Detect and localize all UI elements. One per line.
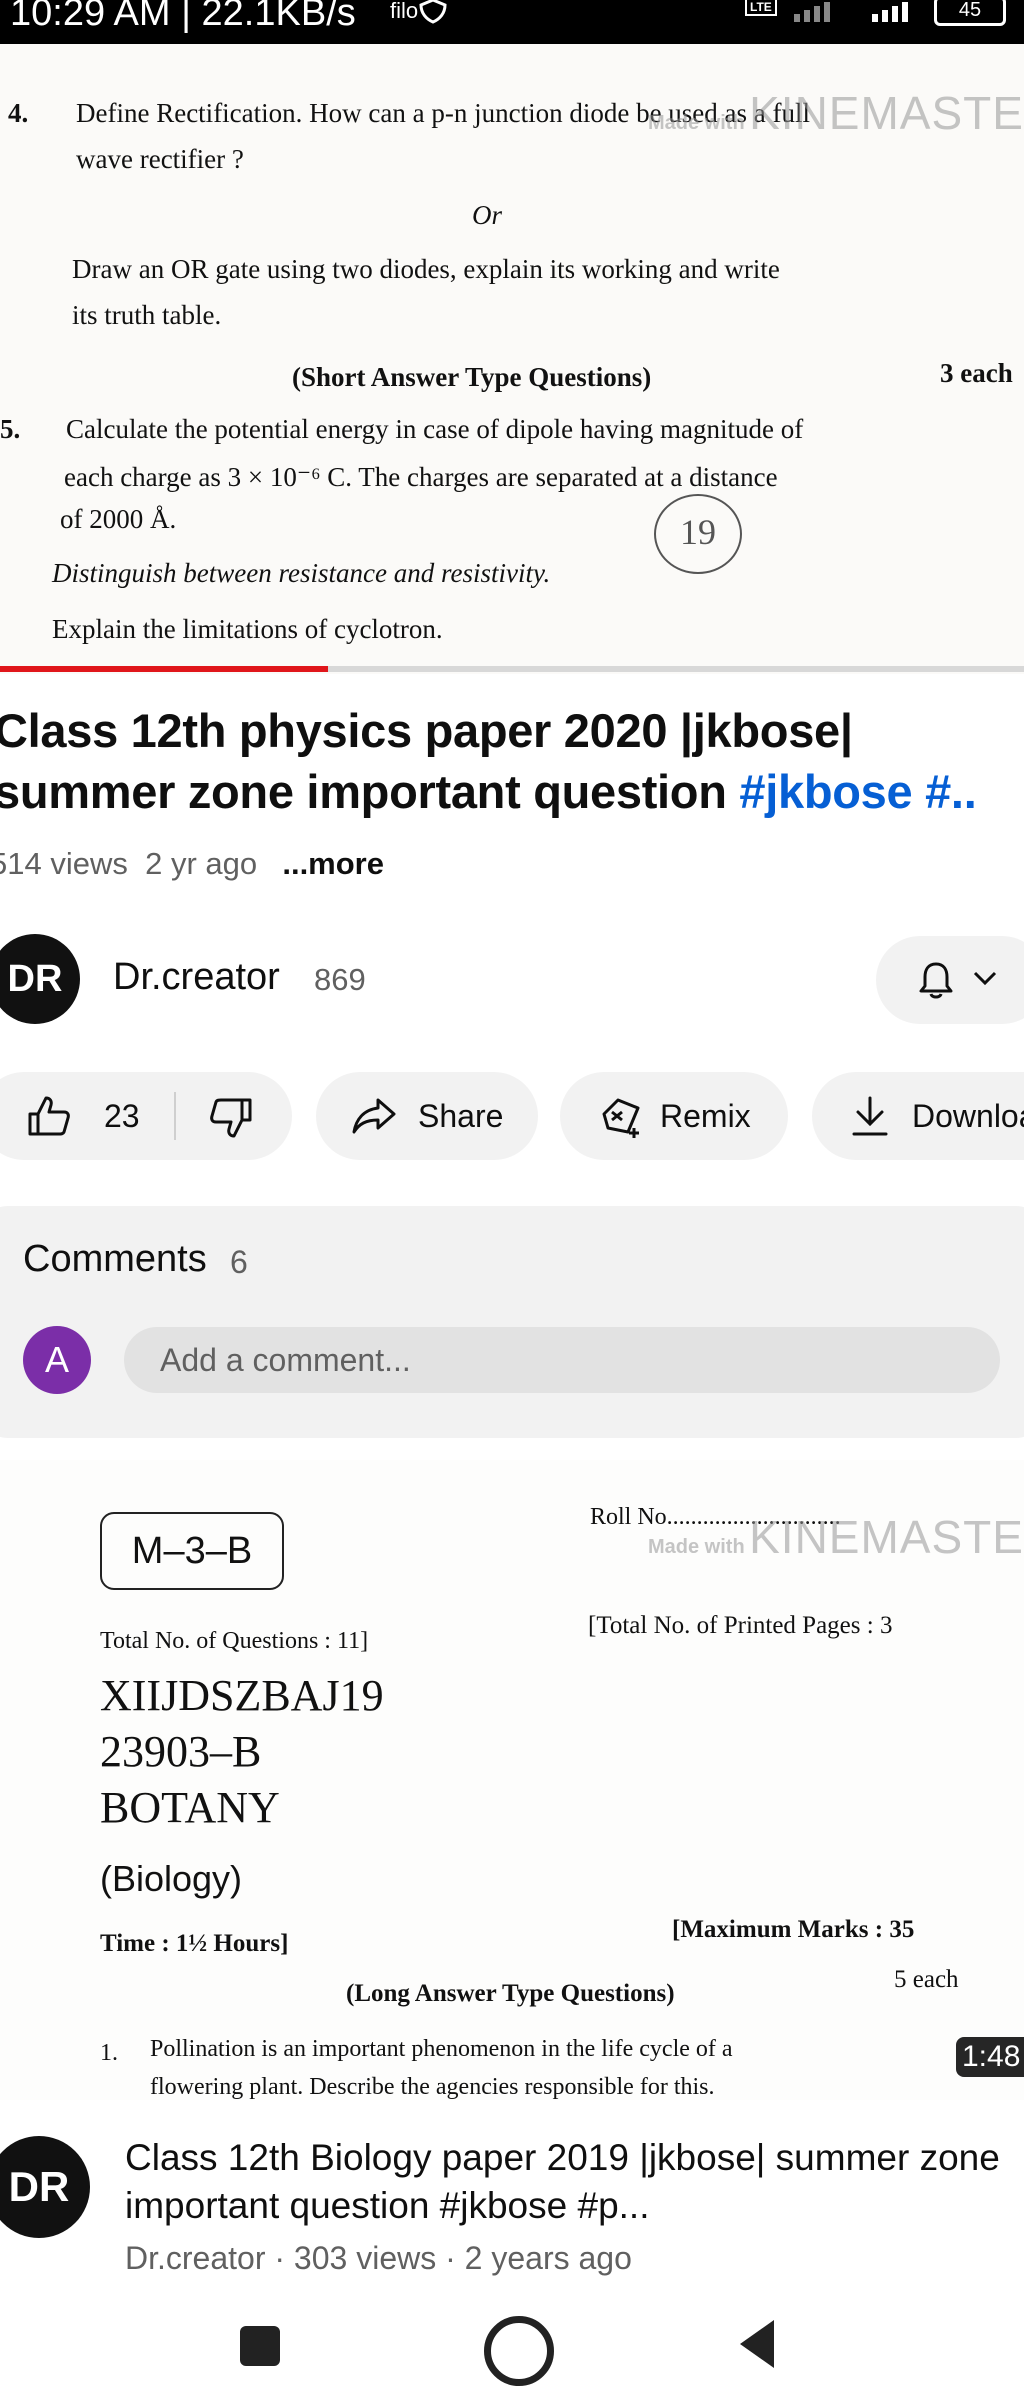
paper-each: 5 each — [894, 1966, 959, 1993]
paper-line: 5. — [0, 414, 21, 444]
paper-max-marks: [Maximum Marks : 35 — [672, 1916, 915, 1943]
paper-line: (Short Answer Type Questions) — [292, 362, 652, 392]
paper-line: Explain the limitations of cyclotron. — [52, 614, 443, 644]
view-count: 514 views — [0, 846, 128, 881]
download-icon — [852, 1096, 888, 1136]
download-button[interactable]: Download — [812, 1072, 1024, 1160]
status-carrier: filo — [390, 0, 419, 23]
paper-code-2: 23903–B — [100, 1727, 262, 1776]
thumbs-up-icon[interactable] — [26, 1094, 72, 1138]
paper-line: 3 each — [940, 358, 1013, 388]
watermark-small: Made with — [648, 112, 745, 134]
paper-line: Calculate the potential energy in case o… — [66, 414, 804, 444]
status-time: 10:29 AM | 22.1KB/s — [10, 0, 356, 34]
next-video-title[interactable]: Class 12th Biology paper 2019 |jkbose| s… — [125, 2134, 1005, 2230]
paper-line: each charge as 3 × 10⁻⁶ C. The charges a… — [64, 462, 778, 492]
watermark: Made with KINEMASTER — [648, 86, 1024, 140]
watermark-big: KINEMASTER — [749, 87, 1024, 139]
back-button[interactable] — [740, 2320, 774, 2368]
video-meta[interactable]: 514 views 2 yr ago ...more — [0, 846, 384, 882]
remix-label: Remix — [660, 1098, 751, 1134]
question-line-2: flowering plant. Describe the agencies r… — [150, 2074, 715, 2100]
watermark-big: KINEMASTER — [749, 1511, 1024, 1563]
remix-button[interactable]: Remix — [560, 1072, 788, 1160]
like-dislike-chip: 23 — [0, 1072, 292, 1160]
paper-line: its truth table. — [72, 300, 222, 330]
recents-button[interactable] — [240, 2326, 280, 2366]
shield-icon — [419, 0, 447, 24]
channel-name[interactable]: Dr.creator — [113, 956, 280, 999]
paper-line: 4. — [8, 98, 29, 128]
paper-line: Distinguish between resistance and resis… — [52, 558, 551, 588]
video-player[interactable]: 4. Define Rectification. How can a p-n j… — [0, 44, 1024, 674]
user-avatar: A — [23, 1326, 91, 1394]
watermark-small: Made with — [648, 1536, 745, 1558]
share-label: Share — [418, 1098, 504, 1134]
paper-section: (Long Answer Type Questions) — [346, 1980, 675, 2007]
bell-icon — [919, 962, 953, 999]
more-link[interactable]: ...more — [282, 846, 384, 881]
title-hashtags[interactable]: #jkbose #.. — [739, 765, 976, 818]
next-video-meta: Dr.creator · 303 views · 2 years ago — [125, 2240, 632, 2276]
remix-icon — [602, 1098, 640, 1138]
next-video-channel-avatar[interactable]: DR — [0, 2136, 90, 2238]
status-bar: 10:29 AM | 22.1KB/s filo LTE 45 — [0, 0, 1024, 44]
paper-time: Time : 1½ Hours] — [100, 1930, 289, 1957]
duration-badge: 1:48 — [956, 2037, 1024, 2077]
paper-line: of 2000 Å. — [60, 504, 177, 534]
watermark: Made with KINEMASTER — [648, 1510, 1024, 1564]
subscriber-count: 869 — [314, 962, 366, 997]
paper-subject-sub: (Biology) — [100, 1858, 243, 1899]
video-title[interactable]: Class 12th physics paper 2020 |jkbose| s… — [0, 700, 1024, 822]
chip-divider — [174, 1092, 176, 1140]
battery-icon: 45 — [934, 0, 1006, 26]
paper-line: wave rectifier ? — [76, 144, 244, 174]
signal-icon — [794, 2, 830, 22]
notification-button[interactable] — [876, 936, 1024, 1024]
question-line: Pollination is an important phenomenon i… — [150, 2036, 733, 2062]
paper-badge: M–3–B — [100, 1512, 284, 1590]
download-label: Download — [912, 1098, 1024, 1134]
question-number: 1. — [100, 2040, 118, 2066]
paper-line: Or — [472, 200, 503, 230]
paper-subject: BOTANY — [100, 1783, 280, 1832]
total-pages: [Total No. of Printed Pages : 3 — [588, 1612, 893, 1639]
share-icon — [352, 1098, 396, 1134]
paper-line: Draw an OR gate using two diodes, explai… — [72, 254, 780, 284]
channel-avatar[interactable]: DR — [0, 934, 80, 1024]
upload-age: 2 yr ago — [145, 846, 258, 881]
add-comment-input[interactable]: Add a comment... — [124, 1327, 1000, 1393]
comments-title: Comments — [23, 1238, 207, 1280]
like-count[interactable]: 23 — [104, 1098, 140, 1135]
progress-fill — [0, 666, 328, 672]
home-button[interactable] — [484, 2316, 554, 2386]
share-button[interactable]: Share — [316, 1072, 538, 1160]
next-video-thumbnail[interactable]: M–3–B Roll No...........................… — [0, 1460, 1024, 2100]
comments-count: 6 — [230, 1244, 248, 1280]
lte-icon: LTE — [745, 0, 777, 16]
signal-icon-2 — [872, 2, 908, 22]
thumbs-down-icon[interactable] — [208, 1096, 254, 1140]
paper-code: XIIJDSZBAJ19 — [100, 1671, 384, 1720]
chevron-down-icon — [973, 971, 997, 986]
total-questions: Total No. of Questions : 11] — [100, 1628, 369, 1654]
circled-number: 19 — [654, 494, 742, 574]
title-text: Class 12th physics paper 2020 |jkbose| s… — [0, 704, 853, 818]
